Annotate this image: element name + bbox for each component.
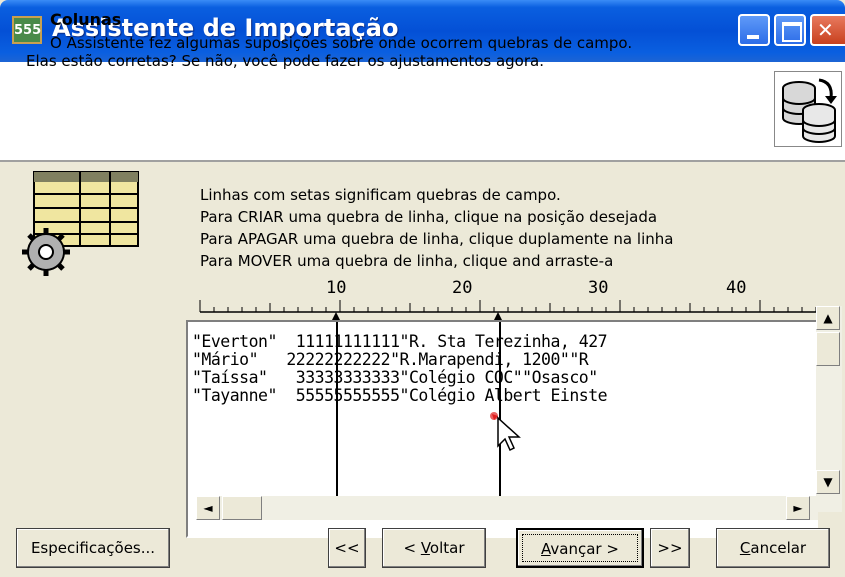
close-button[interactable] [810,14,845,46]
back-label-accesskey: V [420,539,430,557]
next-button[interactable]: Avançar > [516,528,644,568]
step-title: Colunas [50,10,122,29]
instruction-line: Linhas com setas significam quebras de c… [200,186,561,204]
scroll-thumb[interactable] [222,496,262,520]
mouse-cursor-icon [490,412,521,452]
instruction-line: Para APAGAR uma quebra de linha, clique … [200,230,674,248]
instruction-line: Para CRIAR uma quebra de linha, clique n… [200,208,658,226]
preview-row: "Mário" 22222222222"R.Marapendi, 1200""R [192,350,589,369]
cancel-label-accesskey: C [739,539,751,557]
focus-rectangle [522,534,638,562]
ruler-ticks [199,300,818,320]
back-button[interactable]: < Voltar [382,528,486,568]
cancel-button[interactable]: Cancelar [716,528,830,568]
back-label-rest: oltar [429,539,465,557]
minimize-button[interactable] [738,14,770,46]
horizontal-scrollbar[interactable]: ◄ ► [196,496,818,520]
scroll-right-button[interactable]: ► [786,496,810,520]
first-step-button[interactable]: << [328,528,366,568]
preview-row: "Tayanne" 55555555555"Colégio Albert Ein… [192,386,608,405]
field-breaks-icon [20,170,150,290]
scroll-thumb[interactable] [816,332,840,366]
back-label-prefix: < [403,539,421,557]
cancel-label-rest: ancelar [750,539,807,557]
field-break-line[interactable] [336,322,338,498]
maximize-button[interactable] [774,14,806,46]
instruction-line: Para MOVER uma quebra de linha, clique a… [200,252,614,270]
wizard-header [0,62,845,162]
scroll-left-button[interactable]: ◄ [196,496,220,520]
preview-row: "Everton" 11111111111"R. Sta Terezinha, … [192,332,608,351]
vertical-scrollbar[interactable]: ▲ ▼ [816,306,842,512]
scroll-up-button[interactable]: ▲ [816,306,840,330]
step-description: O Assistente fez algumas suposições sobr… [26,34,633,70]
database-icon [774,71,842,147]
preview-row: "Taíssa" 33333333333"Colégio COC""Osasco… [192,368,598,387]
scroll-down-button[interactable]: ▼ [816,470,840,494]
last-step-button[interactable]: >> [650,528,690,568]
column-ruler[interactable]: 10 20 30 40 [196,276,818,324]
advanced-button[interactable]: Especificações... [16,528,170,568]
